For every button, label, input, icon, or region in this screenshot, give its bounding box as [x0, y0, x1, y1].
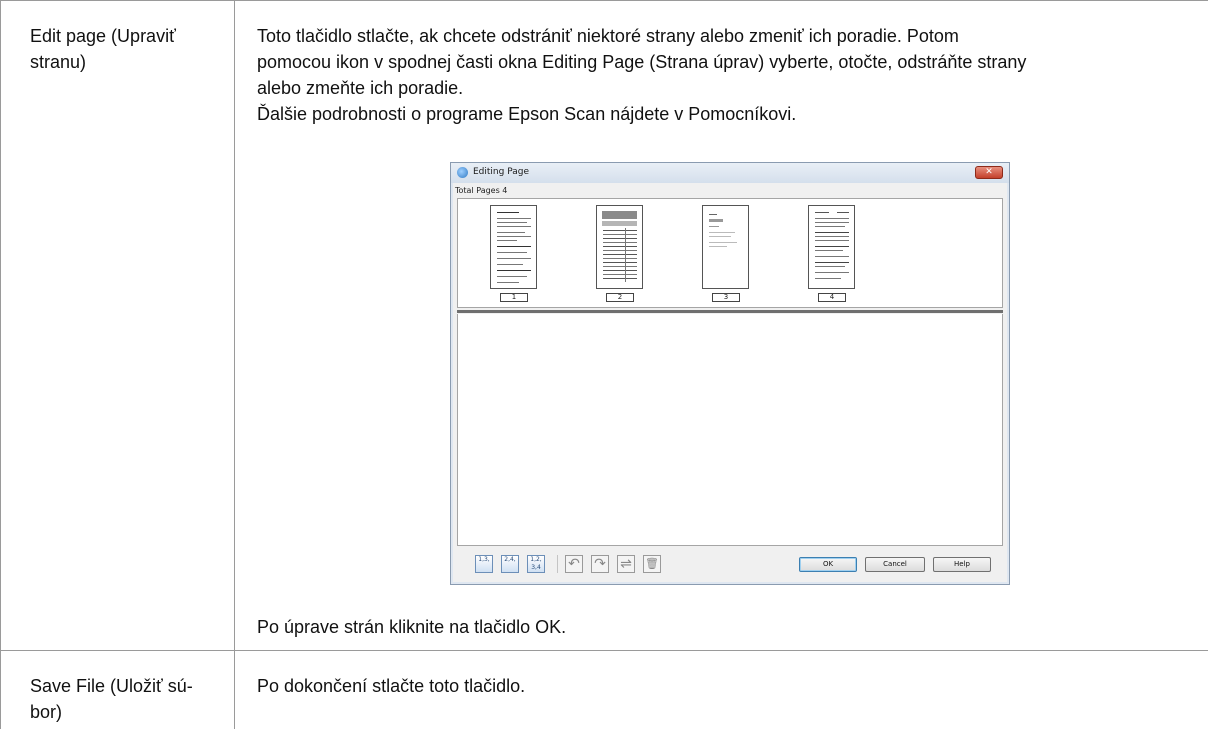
term-line: Save File (Uložiť sú-: [30, 676, 193, 696]
term-line: Edit page (Upraviť: [30, 26, 176, 46]
all-pages-icon[interactable]: 1,2, 3,4: [527, 555, 545, 573]
term-line: stranu): [30, 52, 87, 72]
description-line: Toto tlačidlo stlačte, ak chcete odstrán…: [257, 26, 959, 46]
page-thumbnail[interactable]: [596, 205, 643, 289]
row-separator: [0, 650, 1208, 651]
page-thumbnail[interactable]: [808, 205, 855, 289]
description-edit-page: Toto tlačidlo stlačte, ak chcete odstrán…: [257, 23, 1207, 127]
ok-button[interactable]: OK: [799, 557, 857, 572]
app-icon: [457, 167, 468, 178]
table-left-border: [0, 0, 1, 729]
even-pages-icon[interactable]: 2,4,: [501, 555, 519, 573]
rotate-right-icon[interactable]: ↷: [591, 555, 609, 573]
description-line: pomocou ikon v spodnej časti okna Editin…: [257, 52, 1027, 72]
delete-icon[interactable]: 🗑: [643, 555, 661, 573]
term-save-file: Save File (Uložiť sú- bor): [30, 673, 230, 725]
odd-pages-icon[interactable]: 1,3,: [475, 555, 493, 573]
description-line: Ďalšie podrobnosti o programe Epson Scan…: [257, 104, 797, 124]
page-thumbnail[interactable]: [702, 205, 749, 289]
window-client-area: Total Pages 4 1 2 3 4 1,3, 2,4, 1,2, 3,4…: [453, 183, 1007, 582]
toolbar-separator: [557, 555, 558, 573]
window-title-bar: Editing Page ✕: [451, 163, 1009, 183]
editing-page-window-screenshot: Editing Page ✕ Total Pages 4 1 2 3 4 1,3…: [450, 162, 1010, 585]
description-line: alebo zmeňte ich poradie.: [257, 78, 464, 98]
page-number-box: 4: [818, 293, 846, 302]
term-line: bor): [30, 702, 63, 722]
thumbnail-strip: 1 2 3 4: [457, 198, 1003, 308]
page-preview-area: [457, 314, 1003, 546]
table-top-border: [0, 0, 1208, 1]
rotate-left-icon[interactable]: ↶: [565, 555, 583, 573]
reorder-icon[interactable]: ⇌: [617, 555, 635, 573]
page-number-box: 1: [500, 293, 528, 302]
description-line: Po dokončení stlačte toto tlačidlo.: [257, 676, 526, 696]
page-number-box: 3: [712, 293, 740, 302]
page-number-box: 2: [606, 293, 634, 302]
help-button[interactable]: Help: [933, 557, 991, 572]
strip-divider: [457, 310, 1003, 313]
page-thumbnail[interactable]: [490, 205, 537, 289]
editing-toolbar: 1,3, 2,4, 1,2, 3,4 ↶ ↷ ⇌ 🗑 OK Cancel Hel…: [457, 552, 1003, 578]
cancel-button[interactable]: Cancel: [865, 557, 925, 572]
total-pages-label: Total Pages 4: [455, 186, 508, 195]
column-separator: [234, 0, 235, 729]
after-screenshot-note: Po úprave strán kliknite na tlačidlo OK.: [257, 617, 567, 637]
window-title: Editing Page: [473, 167, 529, 177]
description-save-file: Po dokončení stlačte toto tlačidlo.: [257, 673, 525, 699]
term-edit-page: Edit page (Upraviť stranu): [30, 23, 230, 75]
close-icon[interactable]: ✕: [975, 166, 1003, 179]
